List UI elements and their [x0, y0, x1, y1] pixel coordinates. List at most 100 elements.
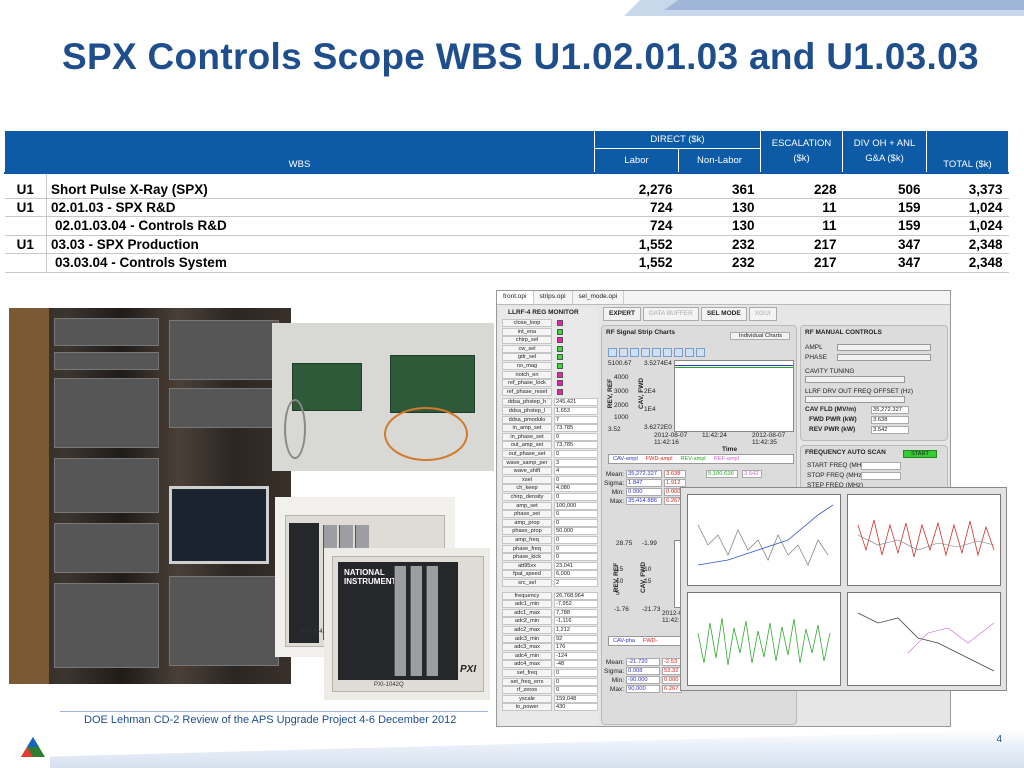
signal-name: out_phase_set — [502, 450, 552, 458]
grid-icon[interactable] — [685, 348, 694, 357]
div-oh-cell: 347 — [842, 235, 927, 254]
zoom-out-icon[interactable] — [619, 348, 628, 357]
div-oh-cell: 159 — [842, 216, 927, 236]
start-scan-button[interactable]: START — [903, 450, 937, 458]
value-signal-row: adc2_min -1,116 — [500, 617, 598, 626]
undo-icon[interactable] — [663, 348, 672, 357]
signal-value: 4 — [554, 467, 598, 476]
data-buffer-button[interactable]: DATA BUFFER — [643, 307, 699, 321]
tab-sel-mode[interactable]: sel_mode.opi — [573, 291, 625, 304]
signal-name: adc4_min — [502, 651, 552, 660]
signal-value: 0 — [554, 475, 598, 484]
crosshair-icon[interactable] — [652, 348, 661, 357]
signal-name: adc1_max — [502, 608, 552, 617]
status-led-icon — [557, 328, 563, 335]
rack-unit — [169, 320, 279, 380]
xgui-button[interactable]: XGUI — [748, 307, 777, 321]
print-icon[interactable] — [696, 348, 705, 357]
signal-name: in_amp_set — [502, 424, 552, 433]
page-number: 4 — [996, 734, 1002, 745]
signal-name: ref_phase_reset — [502, 387, 552, 396]
stat-label: Mean: — [605, 471, 624, 478]
tab-strips[interactable]: strips.opi — [534, 291, 573, 304]
stat-label: Min: — [611, 677, 624, 684]
sel-mode-button[interactable]: SEL MODE — [700, 307, 747, 321]
rack-unit — [54, 352, 159, 370]
wbs-code — [4, 216, 47, 236]
value-signal-row: in_amp_set 73,785 — [500, 424, 598, 433]
stat-cav-pha-min: -90.000 — [626, 676, 660, 684]
legend-cav-pha: CAV-pha — [613, 638, 635, 644]
argonne-logo-icon — [21, 737, 45, 757]
llrf-offset-slider[interactable] — [805, 396, 905, 403]
rack-unit — [54, 583, 159, 668]
led-signal-row: chirp_sel — [500, 336, 598, 345]
status-led-icon — [557, 363, 563, 369]
cavity-tuning-label: CAVITY TUNING — [805, 368, 855, 375]
phase-label: PHASE — [805, 354, 828, 361]
signal-value: 430 — [554, 703, 598, 712]
strip1-axis-left: REV, REF — [607, 378, 615, 409]
stat-cav-pha-max: 90.000 — [626, 685, 660, 693]
phase-slider[interactable] — [837, 354, 931, 361]
signal-name: adc3_min — [502, 634, 552, 643]
non-labor-cell: 130 — [678, 198, 761, 217]
start-freq-label: START FREQ (MHz) — [807, 462, 867, 469]
zoom-in-icon[interactable] — [608, 348, 617, 357]
signal-name: in_phase_set — [502, 432, 552, 441]
signal-name: adc4_max — [502, 660, 552, 669]
stat-fwd-sigma: 1.912 — [664, 479, 686, 487]
stop-freq-input[interactable] — [861, 472, 901, 480]
autoscale-icon[interactable] — [641, 348, 650, 357]
signal-value: 100,000 — [554, 501, 598, 510]
led-signal-row: gdr_sel — [500, 353, 598, 362]
value-signal-row: amp_freq 0 — [500, 536, 598, 545]
footer-band — [50, 730, 1024, 768]
led-signal-row: int_ena — [500, 327, 598, 337]
slide-footer: DOE Lehman CD-2 Review of the APS Upgrad… — [84, 714, 457, 726]
cav-fld-value: 35,272.327 — [871, 406, 909, 414]
pxi-chassis-front-photo: NATIONAL INSTRUMENTS PXI PXI-1042Q — [324, 548, 490, 700]
value-signal-row: fpat_speed 6,000 — [500, 570, 598, 579]
signal-name: ref_phase_lock — [502, 379, 552, 388]
strip1-plot-area[interactable] — [674, 360, 794, 432]
chassis-pxi-label: PXI — [460, 664, 477, 675]
signal-name: gdr_sel — [502, 353, 552, 362]
chassis-slot — [410, 566, 422, 676]
pink-trace — [907, 622, 995, 654]
rack-unit — [54, 458, 159, 513]
strip2-axis-left: REV, REF — [613, 562, 621, 593]
signal-name: src_sel — [502, 579, 552, 587]
start-freq-input[interactable] — [861, 462, 901, 470]
cavity-tuning-slider[interactable] — [805, 376, 905, 383]
header-direct: DIRECT ($k) — [594, 130, 761, 149]
value-signal-row: phase_prop 50,000 — [500, 527, 598, 536]
value-signal-row: chirp_density 0 — [500, 493, 598, 502]
signal-value: 6,000 — [554, 570, 598, 579]
rack-unit — [54, 378, 159, 448]
value-signal-row: adc4_max -48 — [500, 660, 598, 669]
strip2-y-top: 28.75 — [616, 540, 633, 547]
status-led-icon — [557, 345, 563, 352]
ampl-slider[interactable] — [837, 344, 931, 351]
value-signal-row: adc1_min -7,952 — [500, 600, 598, 609]
non-labor-cell: 232 — [678, 235, 761, 254]
mini-chart-trace — [697, 617, 831, 666]
llrf-offset-label: LLRF DRV OUT FREQ OFFSET (Hz) — [805, 388, 913, 395]
individual-charts-button[interactable]: Individual Charts — [730, 332, 790, 340]
pan-icon[interactable] — [630, 348, 639, 357]
stat-rev-mean: 5,100.636 — [706, 470, 738, 478]
wbs-code: U1 — [4, 235, 47, 254]
stat-fwd-pha-min: 0.000 — [662, 676, 682, 684]
signal-value: 7 — [554, 415, 598, 424]
mini-chart — [687, 592, 841, 686]
signal-value: -124 — [554, 651, 598, 660]
expert-button[interactable]: EXPERT — [603, 307, 642, 321]
value-signal-row: out_phase_set 0 — [500, 450, 598, 459]
rack-unit — [54, 523, 159, 573]
tab-front[interactable]: front.opi — [497, 291, 534, 304]
llrf-boards-photo — [272, 323, 494, 471]
wbs-name: 03.03 - SPX Production — [46, 235, 595, 254]
redo-icon[interactable] — [674, 348, 683, 357]
wbs-name: 02.01.03 - SPX R&D — [46, 198, 595, 217]
